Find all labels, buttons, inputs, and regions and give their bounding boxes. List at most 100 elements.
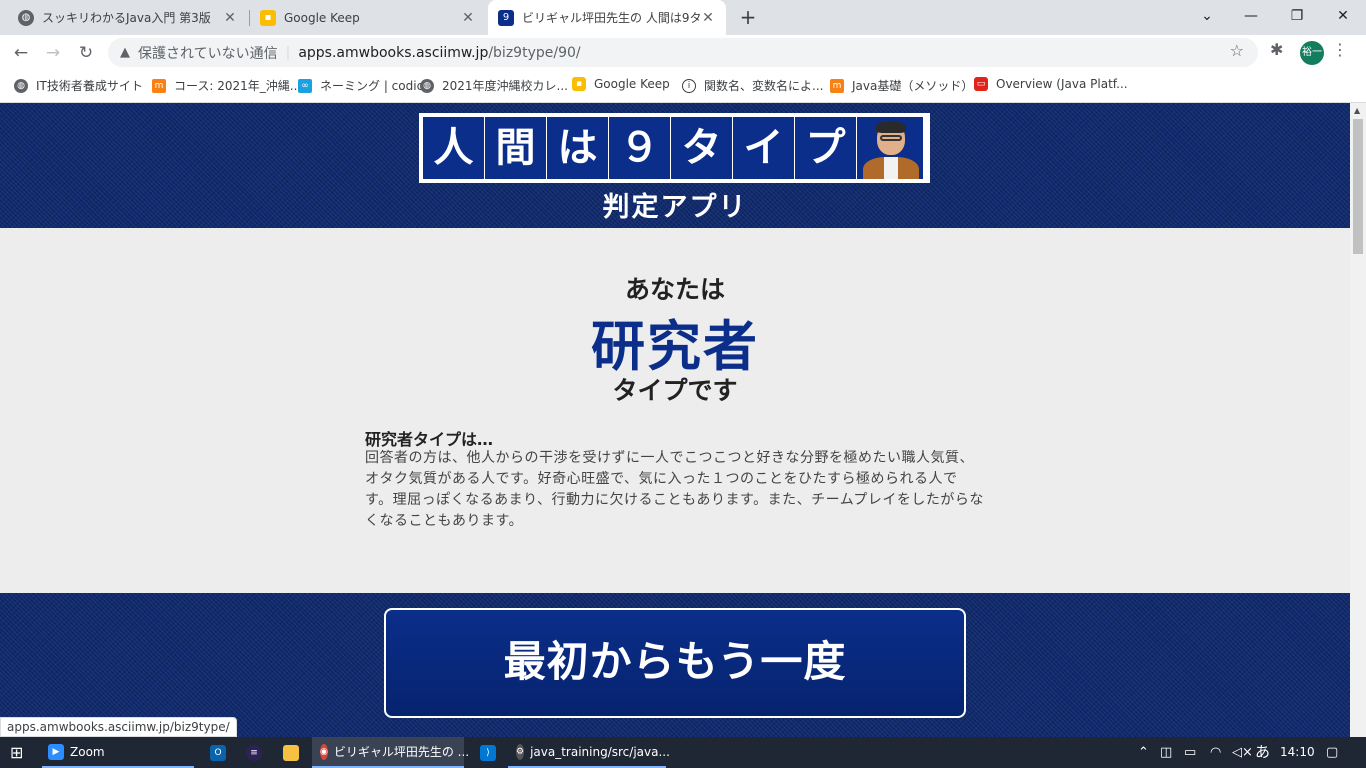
ime-indicator[interactable]: あ	[1255, 737, 1270, 768]
author-photo	[857, 117, 923, 179]
status-url: apps.amwbooks.asciimw.jp/biz9type/	[0, 717, 237, 737]
taskbar-item-zoom[interactable]: ▶ Zoom	[42, 737, 194, 768]
chevron-up-icon[interactable]: ⌃	[1138, 737, 1149, 768]
scrollbar-thumb[interactable]	[1353, 119, 1363, 254]
warning-icon[interactable]: ▲	[120, 45, 130, 60]
eclipse-icon: ⚙	[516, 743, 525, 760]
address-bar[interactable]: ▲ 保護されていない通信 | apps.amwbooks.asciimw.jp …	[108, 38, 1258, 67]
bookmark-label: Overview (Java Platf...	[996, 77, 1128, 91]
windows-start-icon[interactable]: ⊞	[10, 737, 23, 768]
logo-char: プ	[795, 117, 856, 179]
bookmark-item[interactable]: ▭ Overview (Java Platf...	[974, 77, 1128, 91]
zoom-icon: ▶	[48, 743, 64, 760]
bookmark-label: IT技術者養成サイト	[36, 79, 143, 93]
page-scrollbar[interactable]: ▲	[1350, 103, 1366, 737]
outlook-icon: O	[210, 744, 226, 761]
taskbar-item-outlook[interactable]: O	[210, 737, 232, 768]
eclipse-icon: ≡	[246, 744, 262, 761]
tab-9type[interactable]: 9 ビリギャル坪田先生の 人間は9タイプ ✕	[488, 0, 726, 35]
restart-section: 最初からもう一度	[0, 593, 1350, 737]
tab-strip: ◍ スッキリわかるJava入門 第3版 ✕ ▪ Google Keep ✕ 9 …	[0, 0, 1366, 35]
address-separator: |	[285, 44, 291, 61]
oracle-icon: ▭	[974, 77, 988, 91]
close-icon[interactable]: ✕	[700, 10, 716, 26]
back-icon[interactable]: ←	[8, 40, 34, 66]
clock[interactable]: 14:10	[1280, 737, 1315, 768]
taskbar-item-explorer[interactable]	[283, 737, 305, 768]
tab-google-keep[interactable]: ▪ Google Keep ✕	[250, 0, 486, 35]
result-suffix: タイプです	[612, 376, 738, 405]
bookmark-item[interactable]: ◍ 2021年度沖縄校カレ...	[420, 77, 568, 94]
menu-icon[interactable]: ⋮	[1332, 40, 1348, 59]
bookmark-item[interactable]: ◍ IT技術者養成サイト	[14, 77, 143, 94]
avatar[interactable]: 裕一	[1300, 41, 1324, 65]
new-tab-button[interactable]: +	[736, 4, 760, 30]
camera-icon[interactable]: ◫	[1160, 737, 1172, 768]
notifications-icon[interactable]: ▢	[1326, 737, 1338, 768]
taskbar-label: Zoom	[70, 744, 105, 759]
keep-icon: ▪	[572, 77, 586, 91]
bookmark-label: 2021年度沖縄校カレ...	[442, 79, 568, 93]
volume-muted-icon[interactable]: ◁×	[1232, 737, 1253, 768]
app-logo[interactable]: 人 間 は ９ タ イ プ	[419, 113, 930, 183]
restart-button[interactable]: 最初からもう一度	[384, 608, 966, 718]
browser-toolbar: ← → ↻ ▲ 保護されていない通信 | apps.amwbooks.ascii…	[0, 35, 1366, 70]
logo-char: は	[547, 117, 608, 179]
photo-glasses	[880, 135, 902, 141]
security-label[interactable]: 保護されていない通信	[138, 43, 278, 63]
description-heading: 研究者タイプは…	[365, 430, 494, 449]
minimize-icon[interactable]: —	[1228, 0, 1274, 32]
taskbar-item-vscode[interactable]: ⟩	[480, 737, 502, 768]
bookmarks-bar: ◍ IT技術者養成サイト m コース: 2021年_沖縄... ∞ ネーミング …	[0, 70, 1366, 103]
taskbar-label: java_training/src/java...	[530, 744, 670, 759]
bookmark-item[interactable]: ∞ ネーミング | codic	[298, 77, 423, 94]
bookmark-item[interactable]: m Java基礎（メソッド）	[830, 77, 973, 94]
wifi-icon[interactable]: ◠	[1210, 737, 1221, 768]
close-icon[interactable]: ✕	[222, 10, 238, 26]
bookmark-item[interactable]: m コース: 2021年_沖縄...	[152, 77, 301, 94]
scroll-up-icon[interactable]: ▲	[1354, 106, 1360, 115]
globe-icon: ◍	[18, 9, 34, 26]
bookmark-item[interactable]: ▪ Google Keep	[572, 77, 670, 91]
result-prefix: あなたは	[624, 275, 725, 304]
taskbar-item-eclipse[interactable]: ≡	[246, 737, 268, 768]
taskbar-item-chrome[interactable]: ◉ ビリギャル坪田先生の ...	[312, 737, 469, 768]
keep-icon: ▪	[260, 9, 276, 26]
close-window-icon[interactable]: ✕	[1320, 0, 1366, 32]
folder-icon	[283, 744, 299, 761]
logo-char: 間	[485, 117, 546, 179]
tab-title: Google Keep	[284, 10, 360, 25]
bookmark-label: 関数名、変数名によ...	[704, 79, 824, 93]
moodle-icon: m	[152, 78, 166, 93]
extensions-icon[interactable]: ✱	[1270, 40, 1283, 59]
tab-title: スッキリわかるJava入門 第3版	[42, 11, 211, 25]
bookmark-label: Java基礎（メソッド）	[852, 79, 974, 93]
tab-title: ビリギャル坪田先生の 人間は9タイプ	[522, 11, 700, 25]
tab-java-book[interactable]: ◍ スッキリわかるJava入門 第3版 ✕	[8, 0, 248, 35]
close-icon[interactable]: ✕	[460, 10, 476, 26]
header-banner: 人 間 は ９ タ イ プ 判定アプリ	[0, 103, 1350, 228]
globe-icon: ◍	[420, 78, 434, 93]
description-text: 回答者の方は、他人からの干渉を受けずに一人でこつこつと好きな分野を極めたい職人気…	[365, 450, 984, 529]
bookmark-label: コース: 2021年_沖縄...	[174, 79, 302, 93]
chrome-icon: ◉	[320, 743, 328, 760]
tab-search-icon[interactable]: ⌄	[1184, 0, 1230, 32]
reload-icon[interactable]: ↻	[73, 40, 99, 66]
bookmark-label: ネーミング | codic	[320, 79, 424, 93]
battery-icon[interactable]: ▭	[1184, 737, 1196, 768]
forward-icon[interactable]: →	[40, 40, 66, 66]
vscode-icon: ⟩	[480, 744, 496, 761]
taskbar: ⊞ ▶ Zoom O ≡ ◉ ビリギャル坪田先生の ... ⟩ ⚙ java_t…	[0, 737, 1366, 768]
url-path: /biz9type/90/	[488, 44, 581, 61]
bookmark-star-icon[interactable]: ☆	[1230, 41, 1244, 60]
bookmark-label: Google Keep	[594, 77, 670, 91]
restore-icon[interactable]: ❐	[1274, 0, 1320, 32]
globe-icon: ◍	[14, 78, 28, 93]
codic-icon: ∞	[298, 78, 312, 93]
bookmark-item[interactable]: i 関数名、変数名によ...	[682, 77, 823, 94]
info-icon: i	[682, 78, 696, 93]
taskbar-item-eclipse-java[interactable]: ⚙ java_training/src/java...	[508, 737, 670, 768]
page-subtitle: 判定アプリ	[602, 192, 748, 223]
url-host: apps.amwbooks.asciimw.jp	[298, 44, 489, 61]
photo-hair	[876, 121, 906, 133]
